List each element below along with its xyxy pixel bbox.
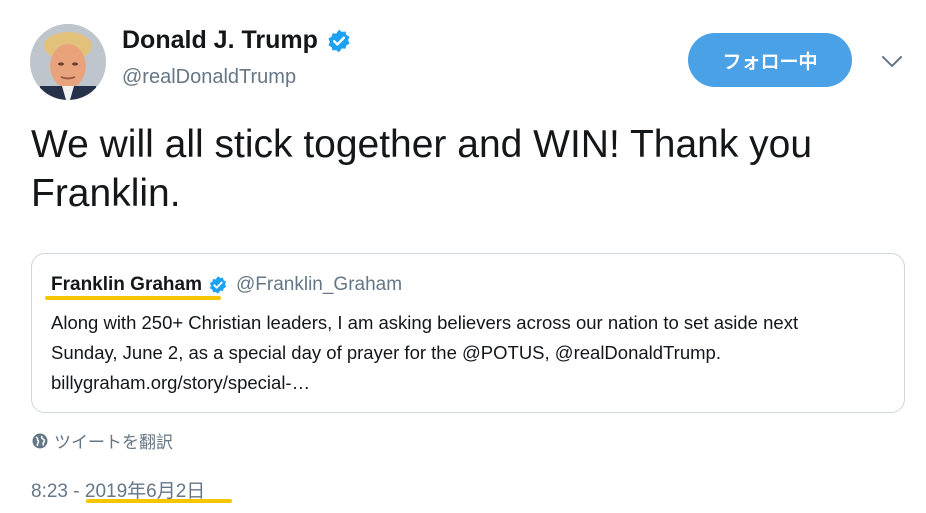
quoted-tweet-header: Franklin Graham @Franklin_Graham [51, 274, 402, 296]
translate-tweet-link[interactable]: ツイートを翻訳 [32, 428, 173, 453]
following-button[interactable]: フォロー中 [688, 33, 852, 87]
name-highlight-underline [45, 296, 221, 300]
author-handle[interactable]: @realDonaldTrump [122, 66, 296, 89]
date-highlight-underline [86, 499, 232, 503]
quoted-author-name: Franklin Graham [51, 274, 202, 295]
quoted-tweet[interactable]: Franklin Graham @Franklin_Graham Along w… [31, 253, 905, 413]
verified-badge-icon [328, 29, 350, 52]
tweet-text: We will all stick together and WIN! Than… [31, 123, 813, 215]
chevron-down-icon[interactable] [880, 50, 904, 72]
timestamp-time[interactable]: 8:23 [31, 481, 68, 502]
quoted-author-handle: @Franklin_Graham [236, 274, 403, 295]
author-name[interactable]: Donald J. Trump [122, 26, 318, 55]
globe-icon [32, 433, 48, 448]
avatar[interactable] [30, 24, 106, 100]
quoted-tweet-text: Along with 250+ Christian leaders, I am … [51, 312, 799, 393]
timestamp-separator: - [67, 481, 85, 502]
verified-badge-icon [209, 276, 227, 294]
avatar-image [30, 24, 106, 100]
translate-label[interactable]: ツイートを翻訳 [54, 428, 173, 453]
author-name-row: Donald J. Trump [122, 26, 352, 55]
